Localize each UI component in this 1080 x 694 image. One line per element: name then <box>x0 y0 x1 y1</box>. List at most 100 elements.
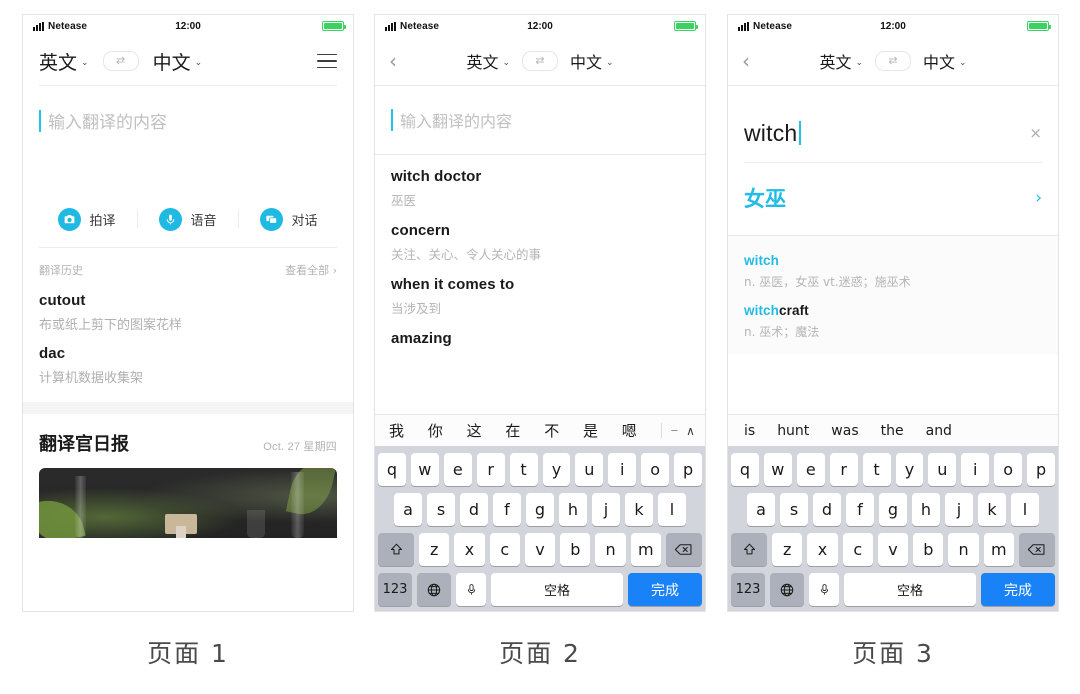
key-h[interactable]: h <box>912 493 940 526</box>
key-l[interactable]: l <box>658 493 686 526</box>
key-w[interactable]: w <box>763 453 792 486</box>
key-x[interactable]: x <box>454 533 485 566</box>
microphone-icon[interactable] <box>809 573 839 606</box>
key-p[interactable]: p <box>1027 453 1056 486</box>
target-language-selector[interactable]: 中文 ⌄ <box>570 49 614 73</box>
key-t[interactable]: t <box>862 453 891 486</box>
action-photo-translate[interactable]: 拍译 <box>37 207 137 231</box>
key-n[interactable]: n <box>595 533 626 566</box>
translate-input-area[interactable]: 输入翻译的内容 <box>375 86 705 132</box>
globe-icon[interactable] <box>417 573 451 606</box>
shift-icon[interactable] <box>378 533 415 566</box>
candidate-item[interactable]: and <box>926 423 952 439</box>
history-item[interactable]: dac 计算机数据收集架 <box>23 335 353 388</box>
swap-languages-button[interactable]: ⇄ <box>102 51 139 71</box>
key-g[interactable]: g <box>526 493 554 526</box>
done-key[interactable]: 完成 <box>981 573 1055 606</box>
key-a[interactable]: a <box>394 493 422 526</box>
back-icon[interactable]: ‹ <box>742 51 750 71</box>
translation-result[interactable]: 女巫 › <box>728 163 1058 235</box>
key-r[interactable]: r <box>829 453 858 486</box>
key-o[interactable]: o <box>994 453 1023 486</box>
swap-languages-button[interactable]: ⇄ <box>522 51 558 71</box>
key-b[interactable]: b <box>913 533 944 566</box>
candidate-item[interactable]: is <box>744 423 755 439</box>
target-language-selector[interactable]: 中文 ⌄ <box>153 48 203 75</box>
key-p[interactable]: p <box>674 453 703 486</box>
translate-input-area[interactable]: 输入翻译的内容 <box>23 86 353 133</box>
suggestion-item[interactable]: when it comes to 当涉及到 <box>391 263 689 317</box>
key-j[interactable]: j <box>945 493 973 526</box>
key-s[interactable]: s <box>427 493 455 526</box>
chevron-right-icon[interactable]: › <box>1035 189 1042 207</box>
numeric-key[interactable]: 123 <box>731 573 765 606</box>
key-h[interactable]: h <box>559 493 587 526</box>
key-l[interactable]: l <box>1011 493 1039 526</box>
done-key[interactable]: 完成 <box>628 573 702 606</box>
key-u[interactable]: u <box>928 453 957 486</box>
dictionary-entry[interactable]: witch n. 巫医，女巫 vt.迷惑；施巫术 <box>744 240 1042 290</box>
suggestion-item[interactable]: amazing <box>391 317 689 347</box>
candidate-item[interactable]: the <box>881 423 904 439</box>
suggestion-item[interactable]: witch doctor 巫医 <box>391 155 689 209</box>
action-voice[interactable]: 语音 <box>138 207 238 231</box>
key-v[interactable]: v <box>524 533 556 566</box>
key-e[interactable]: e <box>796 453 825 486</box>
space-key[interactable]: 空格 <box>844 573 976 606</box>
key-q[interactable]: q <box>377 453 406 486</box>
key-j[interactable]: j <box>592 493 620 526</box>
key-f[interactable]: f <box>846 493 874 526</box>
hamburger-icon[interactable] <box>317 53 337 69</box>
key-q[interactable]: q <box>730 453 759 486</box>
history-item[interactable]: cutout 布或纸上剪下的图案花样 <box>23 282 353 335</box>
close-icon[interactable]: × <box>1029 125 1042 141</box>
backspace-icon[interactable] <box>665 533 702 566</box>
backspace-icon[interactable] <box>1018 533 1055 566</box>
key-m[interactable]: m <box>983 533 1014 566</box>
key-y[interactable]: y <box>895 453 924 486</box>
key-d[interactable]: d <box>813 493 841 526</box>
dictionary-entry[interactable]: witchcraft n. 巫术；魔法 <box>744 290 1042 340</box>
key-a[interactable]: a <box>747 493 775 526</box>
key-z[interactable]: z <box>772 533 803 566</box>
source-language-selector[interactable]: 英文 ⌄ <box>466 49 510 73</box>
candidate-item[interactable]: 不 <box>544 420 559 441</box>
key-c[interactable]: c <box>842 533 873 566</box>
key-y[interactable]: y <box>542 453 571 486</box>
key-e[interactable]: e <box>443 453 472 486</box>
key-s[interactable]: s <box>780 493 808 526</box>
key-k[interactable]: k <box>625 493 653 526</box>
space-key[interactable]: 空格 <box>491 573 623 606</box>
candidate-item[interactable]: was <box>831 423 858 439</box>
back-icon[interactable]: ‹ <box>389 51 397 71</box>
key-k[interactable]: k <box>978 493 1006 526</box>
key-f[interactable]: f <box>493 493 521 526</box>
view-all-link[interactable]: 查看全部 › <box>285 262 337 278</box>
shift-icon[interactable] <box>731 533 768 566</box>
key-w[interactable]: w <box>410 453 439 486</box>
key-c[interactable]: c <box>489 533 520 566</box>
daily-cover-image[interactable] <box>39 468 337 538</box>
numeric-key[interactable]: 123 <box>378 573 412 606</box>
microphone-icon[interactable] <box>456 573 486 606</box>
key-m[interactable]: m <box>630 533 661 566</box>
candidate-item[interactable]: 这 <box>467 420 482 441</box>
action-conversation[interactable]: 对话 <box>239 207 339 231</box>
key-o[interactable]: o <box>641 453 670 486</box>
suggestion-item[interactable]: concern 关注、关心、令人关心的事 <box>391 209 689 263</box>
source-language-selector[interactable]: 英文 ⌄ <box>819 49 863 73</box>
key-v[interactable]: v <box>877 533 909 566</box>
candidate-item[interactable]: 在 <box>505 420 520 441</box>
key-x[interactable]: x <box>807 533 838 566</box>
chevron-up-icon[interactable]: ∧ <box>686 425 695 437</box>
target-language-selector[interactable]: 中文 ⌄ <box>923 49 967 73</box>
key-i[interactable]: i <box>961 453 990 486</box>
key-z[interactable]: z <box>419 533 450 566</box>
key-t[interactable]: t <box>509 453 538 486</box>
key-d[interactable]: d <box>460 493 488 526</box>
key-r[interactable]: r <box>476 453 505 486</box>
key-u[interactable]: u <box>575 453 604 486</box>
source-language-selector[interactable]: 英文 ⌄ <box>39 48 89 75</box>
key-i[interactable]: i <box>608 453 637 486</box>
key-n[interactable]: n <box>948 533 979 566</box>
